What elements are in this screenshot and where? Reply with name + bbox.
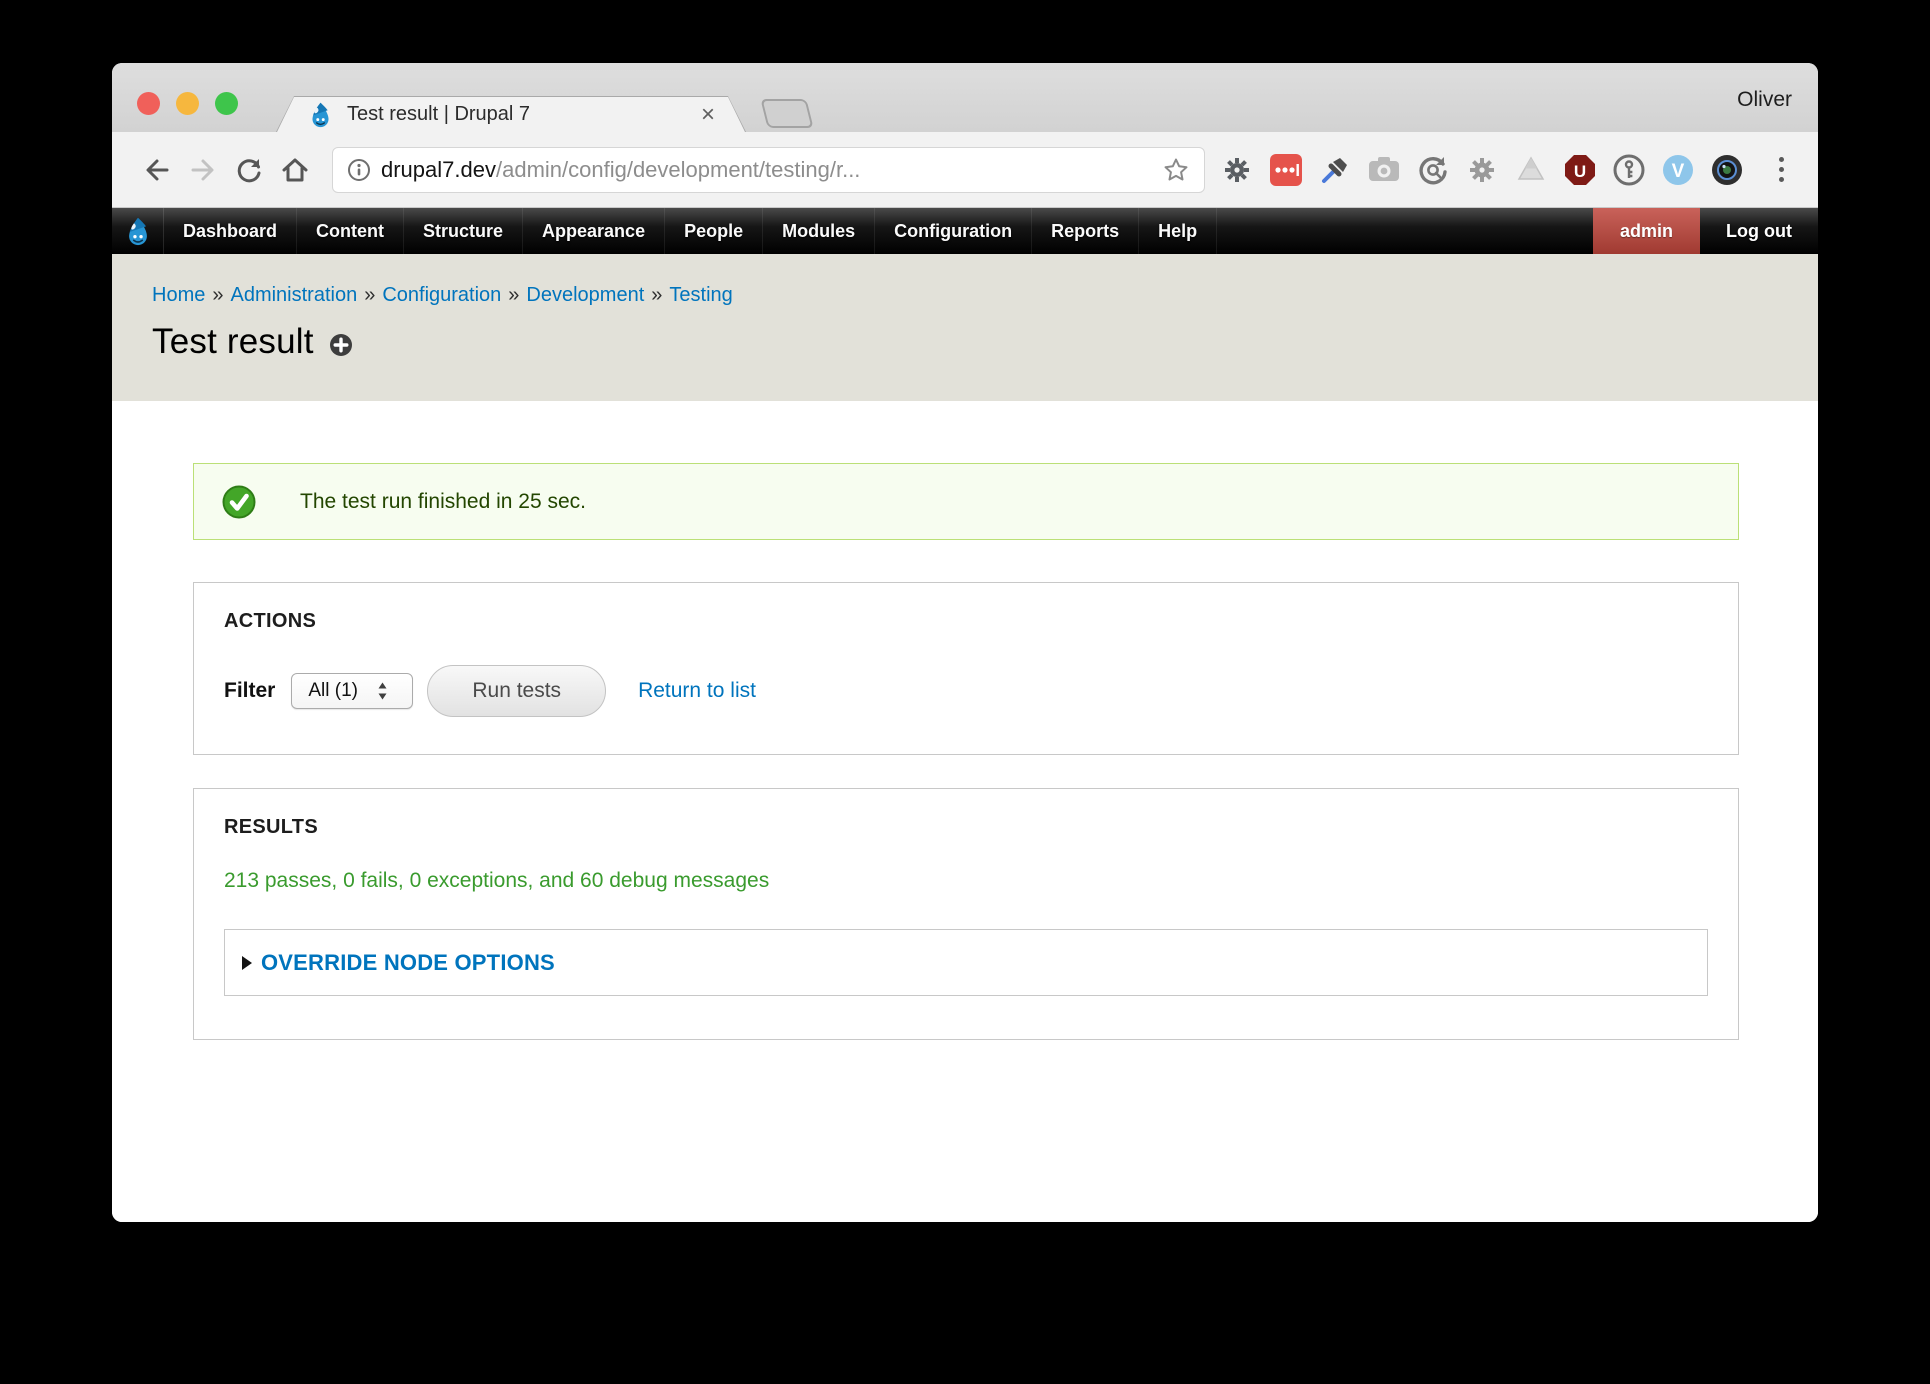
page-header: Home»Administration»Configuration»Develo… <box>112 254 1818 401</box>
drive-triangle-icon[interactable] <box>1513 152 1549 188</box>
nav-item-people[interactable]: People <box>665 208 763 254</box>
gear-icon[interactable] <box>1219 152 1255 188</box>
status-message-text: The test run finished in 25 sec. <box>300 490 586 514</box>
status-message: The test run finished in 25 sec. <box>193 463 1739 540</box>
tab-title: Test result | Drupal 7 <box>347 103 530 126</box>
return-to-list-link[interactable]: Return to list <box>638 679 756 703</box>
breadcrumb-development[interactable]: Development <box>526 284 644 306</box>
bookmark-star-icon[interactable] <box>1162 156 1190 184</box>
refresh-search-icon[interactable] <box>1415 152 1451 188</box>
breadcrumb-separator: » <box>205 284 230 306</box>
expand-arrow-icon <box>242 956 252 970</box>
override-node-options-toggle[interactable]: OVERRIDE NODE OPTIONS <box>261 950 555 976</box>
breadcrumb: Home»Administration»Configuration»Develo… <box>152 284 1818 307</box>
svg-text:V: V <box>1672 161 1685 182</box>
breadcrumb-configuration[interactable]: Configuration <box>382 284 501 306</box>
drupal-logo-icon[interactable] <box>112 208 164 254</box>
nav-item-content[interactable]: Content <box>297 208 404 254</box>
breadcrumb-separator: » <box>357 284 382 306</box>
collapsed-fieldset: OVERRIDE NODE OPTIONS <box>224 929 1708 996</box>
filter-select[interactable]: All (1) <box>291 673 413 709</box>
address-bar[interactable]: drupal7.dev /admin/config/development/te… <box>332 147 1205 193</box>
eyedropper-icon[interactable] <box>1317 152 1353 188</box>
actions-legend: ACTIONS <box>224 610 1708 633</box>
logout-button[interactable]: Log out <box>1700 208 1818 254</box>
nav-item-appearance[interactable]: Appearance <box>523 208 665 254</box>
extensions-area: U V <box>1219 152 1796 188</box>
svg-text:U: U <box>1574 162 1586 181</box>
home-button[interactable] <box>272 147 318 193</box>
breadcrumb-testing[interactable]: Testing <box>669 284 732 306</box>
nav-item-reports[interactable]: Reports <box>1032 208 1139 254</box>
nav-item-modules[interactable]: Modules <box>763 208 875 254</box>
admin-user-button[interactable]: admin <box>1593 208 1700 254</box>
nav-item-structure[interactable]: Structure <box>404 208 523 254</box>
zoom-button[interactable] <box>215 92 238 115</box>
url-host: drupal7.dev <box>381 157 496 183</box>
camera-lens-icon[interactable] <box>1709 152 1745 188</box>
run-tests-button[interactable]: Run tests <box>427 665 606 717</box>
filter-label: Filter <box>224 679 275 703</box>
nav-item-help[interactable]: Help <box>1139 208 1217 254</box>
password-dots-icon[interactable] <box>1268 152 1304 188</box>
gear2-icon[interactable] <box>1464 152 1500 188</box>
reload-button[interactable] <box>226 147 272 193</box>
browser-toolbar: drupal7.dev /admin/config/development/te… <box>112 132 1818 208</box>
site-info-icon[interactable] <box>347 158 371 182</box>
profile-button[interactable]: Oliver <box>1737 88 1792 112</box>
success-check-icon <box>222 485 256 519</box>
drupal-admin-toolbar: Dashboard Content Structure Appearance P… <box>112 208 1818 254</box>
vimium-v-icon[interactable]: V <box>1660 152 1696 188</box>
nav-item-dashboard[interactable]: Dashboard <box>164 208 297 254</box>
add-shortcut-icon[interactable] <box>329 333 353 357</box>
breadcrumb-home[interactable]: Home <box>152 284 205 306</box>
camera-icon[interactable] <box>1366 152 1402 188</box>
tab-close-icon[interactable]: × <box>701 103 715 127</box>
back-button[interactable] <box>134 147 180 193</box>
drupal-favicon-icon <box>307 101 334 128</box>
results-fieldset: RESULTS 213 passes, 0 fails, 0 exception… <box>193 788 1739 1040</box>
breadcrumb-separator: » <box>644 284 669 306</box>
page-content: The test run finished in 25 sec. ACTIONS… <box>112 401 1818 1222</box>
page-title: Test result <box>152 322 314 362</box>
browser-tab[interactable]: Test result | Drupal 7 × <box>276 96 746 132</box>
filter-select-value: All (1) <box>308 680 358 702</box>
window-controls <box>137 92 238 115</box>
forward-button[interactable] <box>180 147 226 193</box>
breadcrumb-separator: » <box>501 284 526 306</box>
tab-strip: Test result | Drupal 7 × Oliver <box>112 63 1818 132</box>
select-arrows-icon <box>376 680 389 702</box>
close-button[interactable] <box>137 92 160 115</box>
minimize-button[interactable] <box>176 92 199 115</box>
key-circle-icon[interactable] <box>1611 152 1647 188</box>
url-path: /admin/config/development/testing/r... <box>496 157 860 183</box>
nav-item-configuration[interactable]: Configuration <box>875 208 1032 254</box>
ublock-u-icon[interactable]: U <box>1562 152 1598 188</box>
breadcrumb-administration[interactable]: Administration <box>230 284 357 306</box>
browser-window: Test result | Drupal 7 × Oliver drupal7 <box>112 63 1818 1222</box>
new-tab-button[interactable] <box>760 99 813 128</box>
browser-menu-icon[interactable] <box>1766 152 1796 188</box>
results-summary: 213 passes, 0 fails, 0 exceptions, and 6… <box>224 869 1708 893</box>
actions-fieldset: ACTIONS Filter All (1) Run tests Return … <box>193 582 1739 755</box>
results-legend: RESULTS <box>224 816 1708 839</box>
